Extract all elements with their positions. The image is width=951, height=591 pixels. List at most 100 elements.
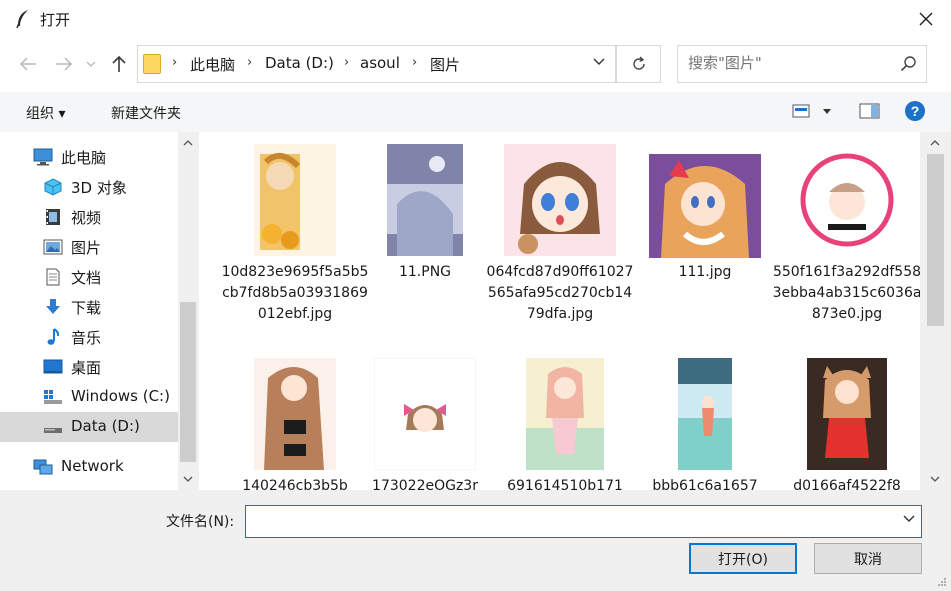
cancel-button[interactable]: 取消 [814,543,922,574]
title-bar: 打开 [0,0,951,38]
file-name: 140246cb3b5b [242,478,348,490]
file-name-input[interactable] [252,511,892,529]
image-thumbnail [630,358,780,470]
breadcrumb-pictures[interactable]: 图片 [430,54,460,75]
chevron-down-icon[interactable] [903,515,915,523]
image-thumbnail [772,144,922,256]
image-thumbnail [490,358,640,470]
sidebar-item-label: 桌面 [71,359,102,377]
up-button[interactable] [108,53,130,75]
refresh-icon [632,56,645,70]
sidebar-scrollbar[interactable] [178,132,198,490]
sidebar-item-3d-objects[interactable]: 3D 对象 [0,172,178,202]
view-options-button[interactable] [792,100,838,126]
new-folder-button[interactable]: 新建文件夹 [111,103,181,123]
music-icon [47,328,60,345]
chevron-up-icon[interactable] [183,140,193,146]
sidebar-item-label: Network [61,457,124,475]
sidebar-item-downloads[interactable]: 下载 [0,292,178,322]
file-list: 10d823e9695f5a5b5cb7fd8b5a03931869012ebf… [200,132,951,490]
desktop-icon [43,359,63,374]
file-name: 10d823e9695f5a5b5cb7fd8b5a03931869012ebf… [221,264,369,322]
window-title: 打开 [40,11,71,29]
close-button[interactable] [911,6,941,32]
sidebar-item-label: 音乐 [71,329,102,347]
chevron-down-icon[interactable] [930,476,940,482]
sidebar-item-label: 视频 [71,209,102,227]
sidebar-item-label: 图片 [71,239,102,257]
sidebar-item-label: 下载 [71,299,102,317]
image-thumbnail [220,144,370,256]
computer-icon [33,148,53,166]
3d-objects-icon [44,178,62,196]
file-name: d0166af4522f8 [793,478,901,490]
file-name: 550f161f3a292df5583ebba4ab315c6036a873e0… [772,264,922,322]
chevron-up-icon[interactable] [930,140,940,146]
breadcrumb-this-pc[interactable]: 此电脑 [190,54,235,75]
sidebar-item-label: 文档 [71,269,102,287]
file-name: 111.jpg [678,264,732,280]
file-name: 173022eOGz3r [372,478,478,490]
drive-c-icon [44,390,62,404]
documents-icon [46,268,60,286]
chevron-right-icon: › [172,55,178,70]
arrow-up-icon [112,55,126,72]
image-thumbnail [772,358,922,470]
chevron-right-icon: › [412,55,418,70]
view-icon [792,104,831,118]
chevron-right-icon: › [247,55,253,70]
image-thumbnail [630,154,780,258]
download-icon [46,299,60,314]
breadcrumb-asoul[interactable]: asoul [360,54,400,72]
open-button[interactable]: 打开(O) [689,543,797,574]
preview-pane-icon [859,103,880,119]
file-name: 11.PNG [398,264,452,280]
pictures-icon [43,239,63,255]
file-list-scrollbar-thumb[interactable] [927,154,944,326]
sidebar-item-label: 3D 对象 [71,179,127,197]
sidebar-item-videos[interactable]: 视频 [0,202,178,232]
chevron-down-icon[interactable] [593,58,605,66]
address-bar[interactable]: › 此电脑 › Data (D:) › asoul › 图片 [137,45,616,83]
search-icon [900,56,916,72]
image-thumbnail [350,358,500,470]
search-input[interactable] [688,54,888,72]
forward-button[interactable] [53,53,75,75]
chevron-right-icon: › [344,55,350,70]
sidebar-item-label: 此电脑 [61,149,107,167]
sidebar-item-pictures[interactable]: 图片 [0,232,178,262]
file-name: 064fcd87d90ff61027565afa95cd270cb1479dfa… [486,264,634,322]
sidebar-item-windows-c[interactable]: Windows (C:) [0,382,178,412]
image-thumbnail [350,144,500,256]
file-name: 691614510b171 [507,478,623,490]
sidebar-scrollbar-thumb[interactable] [180,302,196,462]
breadcrumb-data-d[interactable]: Data (D:) [265,54,334,72]
chevron-down-icon[interactable] [183,476,193,482]
preview-pane-button[interactable] [858,100,882,126]
file-name-label: 文件名(N): [166,514,235,530]
resize-grip-icon[interactable] [937,577,947,587]
navigation-pane: 此电脑 3D 对象 视频 图片 文档 下载 音乐 桌面 Windows (C:)… [0,132,199,490]
chevron-down-icon [86,61,96,67]
drive-d-icon [44,428,62,433]
file-list-scrollbar[interactable] [920,132,951,490]
refresh-button[interactable] [616,45,661,83]
arrow-left-icon [19,57,36,71]
help-button[interactable]: ? [904,100,926,126]
sidebar-item-label: Windows (C:) [71,387,170,405]
help-icon: ? [905,101,925,121]
search-box[interactable] [677,45,927,83]
sidebar-item-this-pc[interactable]: 此电脑 [0,142,178,172]
sidebar-item-music[interactable]: 音乐 [0,322,178,352]
file-name-combobox[interactable] [245,505,922,538]
sidebar-item-network[interactable]: Network [0,452,178,482]
back-button[interactable] [17,53,39,75]
recent-locations-button[interactable] [84,53,98,75]
image-thumbnail [485,144,635,256]
sidebar-item-documents[interactable]: 文档 [0,262,178,292]
sidebar-item-desktop[interactable]: 桌面 [0,352,178,382]
sidebar-item-data-d[interactable]: Data (D:) [0,412,178,442]
organize-menu[interactable]: 组织 ▾ [26,103,65,123]
command-bar: 组织 ▾ 新建文件夹 ? [0,92,951,132]
sidebar-item-label: Data (D:) [71,417,140,435]
